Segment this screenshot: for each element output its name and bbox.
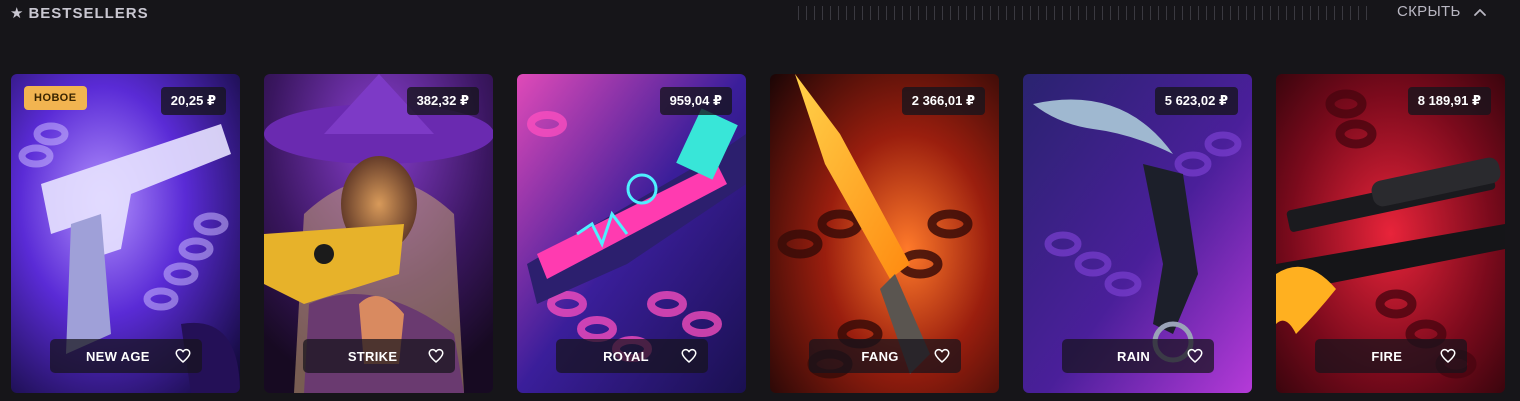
heart-icon[interactable] (1439, 347, 1457, 365)
product-card[interactable]: 959,04 ₽ ROYAL (517, 74, 746, 393)
product-card[interactable]: 382,32 ₽ STRIKE (264, 74, 493, 393)
name-bar: FANG (808, 339, 961, 373)
product-card[interactable]: 8 189,91 ₽ FIRE (1276, 74, 1505, 393)
new-badge: НОВОЕ (24, 86, 87, 110)
divider-ticks (798, 6, 1368, 20)
product-card[interactable]: 2 366,01 ₽ FANG (770, 74, 999, 393)
name-bar: NEW AGE (49, 339, 202, 373)
skin-name: NEW AGE (85, 348, 150, 364)
hide-label: СКРЫТЬ (1397, 3, 1461, 20)
heart-icon[interactable] (427, 347, 445, 365)
skin-name: STRIKE (347, 348, 398, 364)
section-title: ★ BESTSELLERS (10, 4, 149, 23)
hide-section-button[interactable]: СКРЫТЬ (1397, 3, 1487, 20)
price-tag: 20,25 ₽ (160, 87, 226, 115)
heart-icon[interactable] (1186, 347, 1204, 365)
section-header: ★ BESTSELLERS СКРЫТЬ (0, 0, 1520, 30)
product-card[interactable]: НОВОЕ 20,25 ₽ NEW AGE (11, 74, 240, 393)
heart-icon[interactable] (933, 347, 951, 365)
section-title-label: BESTSELLERS (28, 4, 149, 22)
heart-icon[interactable] (174, 347, 192, 365)
price-tag: 2 366,01 ₽ (901, 87, 985, 115)
price-tag: 382,32 ₽ (406, 87, 479, 115)
skin-name: FIRE (1371, 348, 1403, 364)
skin-name: RAIN (1117, 348, 1151, 364)
skin-name: FANG (861, 348, 899, 364)
product-card[interactable]: 5 623,02 ₽ RAIN (1023, 74, 1252, 393)
price-tag: 959,04 ₽ (659, 87, 732, 115)
price-tag: 5 623,02 ₽ (1154, 87, 1238, 115)
bestseller-cards: НОВОЕ 20,25 ₽ NEW AGE 382,32 ₽ STRIKE 95… (11, 74, 1509, 394)
chevron-up-icon (1473, 8, 1486, 16)
star-icon: ★ (10, 5, 25, 22)
name-bar: STRIKE (302, 339, 455, 373)
name-bar: FIRE (1314, 339, 1467, 373)
heart-icon[interactable] (680, 347, 698, 365)
price-tag: 8 189,91 ₽ (1407, 87, 1491, 115)
skin-name: ROYAL (603, 348, 649, 364)
name-bar: ROYAL (555, 339, 708, 373)
name-bar: RAIN (1061, 339, 1214, 373)
